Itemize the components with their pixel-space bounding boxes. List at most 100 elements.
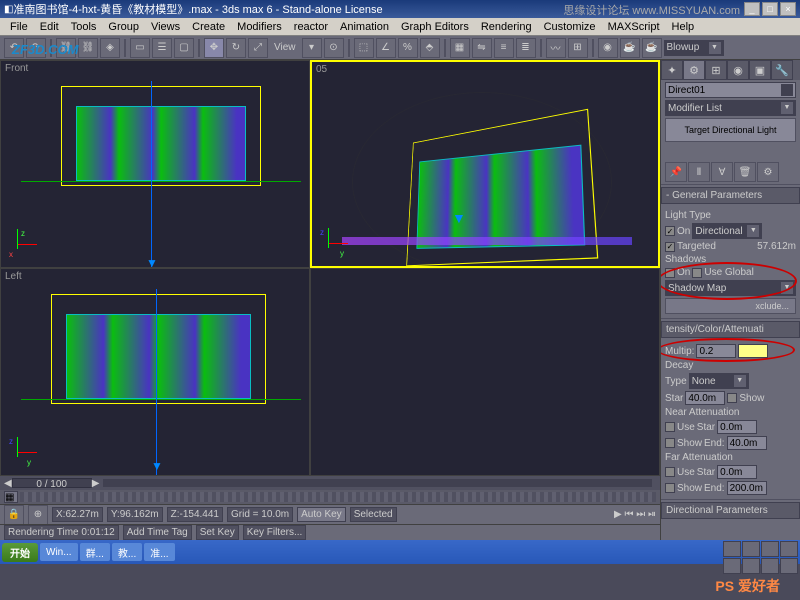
near-show-checkbox[interactable] bbox=[665, 438, 675, 448]
exclude-button[interactable]: xclude... bbox=[665, 298, 796, 314]
timeline-slider[interactable]: ◀ 0 / 100 ▶ bbox=[0, 476, 660, 490]
decay-start-spinner[interactable]: 40.0m bbox=[685, 391, 725, 405]
rotate-button[interactable]: ↻ bbox=[226, 38, 246, 58]
ref-coord-dropdown[interactable]: ▾ bbox=[302, 38, 322, 58]
near-end-spinner[interactable]: 40.0m bbox=[727, 436, 767, 450]
taskbar-item-1[interactable]: Win... bbox=[40, 543, 78, 561]
menu-help[interactable]: Help bbox=[666, 21, 701, 33]
menu-file[interactable]: File bbox=[4, 21, 34, 33]
time-slider-thumb[interactable]: 0 / 100 bbox=[12, 478, 92, 488]
tab-modify[interactable]: ⚙ bbox=[683, 60, 705, 80]
viewport-perspective[interactable]: 05 ▼ y z bbox=[310, 60, 660, 268]
far-start-spinner[interactable]: 0.0m bbox=[717, 465, 757, 479]
undo-button[interactable]: ↶ bbox=[4, 38, 24, 58]
menu-customize[interactable]: Customize bbox=[538, 21, 602, 33]
shadows-on-checkbox[interactable] bbox=[665, 268, 675, 278]
menu-edit[interactable]: Edit bbox=[34, 21, 65, 33]
center-button[interactable]: ⊙ bbox=[324, 38, 344, 58]
close-button[interactable]: × bbox=[780, 2, 796, 16]
far-end-spinner[interactable]: 200.0m bbox=[727, 481, 767, 495]
menu-group[interactable]: Group bbox=[102, 21, 145, 33]
color-swatch[interactable] bbox=[738, 344, 768, 358]
tab-display[interactable]: ▣ bbox=[749, 60, 771, 80]
tab-hierarchy[interactable]: ⊞ bbox=[705, 60, 727, 80]
menu-create[interactable]: Create bbox=[186, 21, 231, 33]
render-scene-button[interactable]: ☕ bbox=[620, 38, 640, 58]
viewport-left[interactable]: Left ▼ y z bbox=[0, 268, 310, 476]
abs-button[interactable]: ⊕ bbox=[28, 505, 48, 525]
viewport-front[interactable]: Front ▼ x z bbox=[0, 60, 310, 268]
scale-button[interactable]: ⤢ bbox=[248, 38, 268, 58]
spinner-snap-button[interactable]: ⬘ bbox=[420, 38, 440, 58]
menu-views[interactable]: Views bbox=[145, 21, 186, 33]
light-type-dropdown[interactable]: Directional▼ bbox=[692, 223, 762, 239]
modifier-list-dropdown[interactable]: Modifier List▼ bbox=[665, 100, 796, 116]
tab-utilities[interactable]: 🔧 bbox=[771, 60, 793, 80]
arc-rotate-button[interactable] bbox=[723, 558, 741, 574]
region-zoom-button[interactable] bbox=[761, 558, 779, 574]
far-show-checkbox[interactable] bbox=[665, 483, 675, 493]
fov-button[interactable] bbox=[780, 541, 798, 557]
pin-stack-button[interactable]: 📌 bbox=[665, 162, 687, 182]
curve-editor-button[interactable]: 〰 bbox=[546, 38, 566, 58]
menu-modifiers[interactable]: Modifiers bbox=[231, 21, 288, 33]
menu-tools[interactable]: Tools bbox=[65, 21, 103, 33]
menu-animation[interactable]: Animation bbox=[334, 21, 395, 33]
modifier-stack-item[interactable]: Target Directional Light bbox=[665, 118, 796, 142]
walk-button[interactable] bbox=[780, 558, 798, 574]
tab-motion[interactable]: ◉ bbox=[727, 60, 749, 80]
move-button[interactable]: ✥ bbox=[204, 38, 224, 58]
use-global-checkbox[interactable] bbox=[692, 268, 702, 278]
quick-render-button[interactable]: ☕ bbox=[642, 38, 662, 58]
named-selection-button[interactable]: ▦ bbox=[450, 38, 470, 58]
menu-grapheditors[interactable]: Graph Editors bbox=[395, 21, 475, 33]
config-button[interactable]: ⚙ bbox=[757, 162, 779, 182]
maximize-button[interactable]: □ bbox=[762, 2, 778, 16]
taskbar-item-2[interactable]: 群... bbox=[80, 543, 110, 561]
lock-button[interactable]: 🔒 bbox=[4, 505, 24, 525]
light-on-checkbox[interactable]: ✓ bbox=[665, 226, 675, 236]
decay-show-checkbox[interactable] bbox=[727, 393, 737, 403]
minimize-button[interactable]: _ bbox=[744, 2, 760, 16]
angle-snap-button[interactable]: ∠ bbox=[376, 38, 396, 58]
multiplier-spinner[interactable]: 0.2 bbox=[696, 344, 736, 358]
percent-snap-button[interactable]: % bbox=[398, 38, 418, 58]
remove-mod-button[interactable]: 🗑 bbox=[734, 162, 756, 182]
shadow-type-dropdown[interactable]: Shadow Map▼ bbox=[665, 280, 796, 296]
redo-button[interactable]: ↷ bbox=[26, 38, 46, 58]
near-use-checkbox[interactable] bbox=[665, 422, 675, 432]
select-name-button[interactable]: ☰ bbox=[152, 38, 172, 58]
near-start-spinner[interactable]: 0.0m bbox=[717, 420, 757, 434]
track-bar[interactable]: ▦ bbox=[0, 490, 660, 504]
tab-create[interactable]: ✦ bbox=[661, 60, 683, 80]
decay-type-dropdown[interactable]: None▼ bbox=[689, 373, 749, 389]
render-type-dropdown[interactable]: Blowup▼ bbox=[664, 40, 724, 56]
min-max-button[interactable] bbox=[742, 558, 760, 574]
snap-button[interactable]: ⬚ bbox=[354, 38, 374, 58]
key-mode-dropdown[interactable]: Selected bbox=[350, 507, 397, 522]
zoom-button[interactable] bbox=[742, 541, 760, 557]
select-button[interactable]: ▭ bbox=[130, 38, 150, 58]
menu-maxscript[interactable]: MAXScript bbox=[602, 21, 666, 33]
show-result-button[interactable]: Ⅱ bbox=[688, 162, 710, 182]
taskbar-item-4[interactable]: 准... bbox=[144, 543, 174, 561]
menu-rendering[interactable]: Rendering bbox=[475, 21, 538, 33]
layers-button[interactable]: ≣ bbox=[516, 38, 536, 58]
far-use-checkbox[interactable] bbox=[665, 467, 675, 477]
zoom-extents-button[interactable] bbox=[761, 541, 779, 557]
taskbar-item-3[interactable]: 教... bbox=[112, 543, 142, 561]
mirror-button[interactable]: ⇋ bbox=[472, 38, 492, 58]
rollout-directional[interactable]: Directional Parameters bbox=[661, 502, 800, 519]
viewport-empty[interactable] bbox=[310, 268, 660, 476]
bind-button[interactable]: ◈ bbox=[100, 38, 120, 58]
material-button[interactable]: ◉ bbox=[598, 38, 618, 58]
select-region-button[interactable]: ▢ bbox=[174, 38, 194, 58]
rollout-intensity[interactable]: tensity/Color/Attenuati bbox=[661, 321, 800, 338]
targeted-checkbox[interactable]: ✓ bbox=[665, 242, 675, 252]
time-tag-button[interactable]: Add Time Tag bbox=[123, 525, 192, 540]
schematic-button[interactable]: ⊞ bbox=[568, 38, 588, 58]
align-button[interactable]: ≡ bbox=[494, 38, 514, 58]
pan-button[interactable] bbox=[723, 541, 741, 557]
auto-key-button[interactable]: Auto Key bbox=[297, 507, 346, 522]
start-button[interactable]: 开始 bbox=[2, 543, 38, 562]
